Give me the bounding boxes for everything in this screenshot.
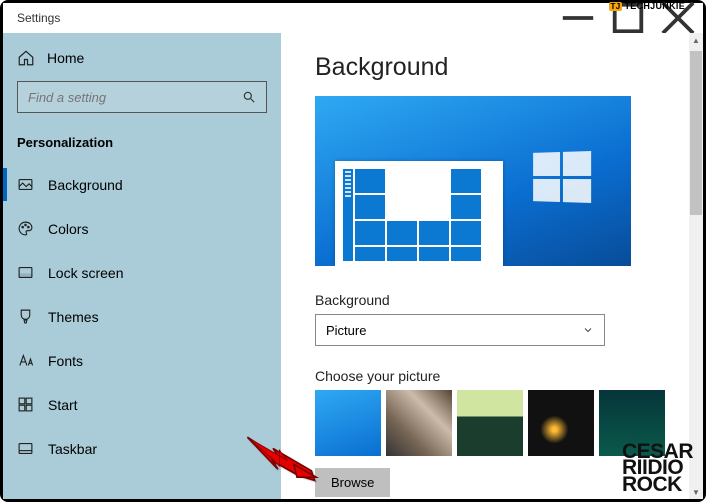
sidebar-section-heading: Personalization <box>3 125 281 166</box>
sidebar-item-label: Background <box>48 177 123 193</box>
sidebar-home[interactable]: Home <box>3 41 281 81</box>
sidebar-item-fonts[interactable]: Fonts <box>3 342 281 379</box>
themes-icon <box>17 308 34 325</box>
preview-sample-window: Aa <box>335 161 503 266</box>
watermark-cesar-radio-rock: CESAR RIIDIO ROCK <box>622 444 693 493</box>
windows-logo-icon <box>533 151 591 203</box>
dropdown-label: Background <box>315 292 675 308</box>
taskbar-icon <box>17 440 34 457</box>
sidebar-item-label: Lock screen <box>48 265 123 281</box>
red-arrow-annotation <box>241 433 321 483</box>
picture-thumbnail[interactable] <box>528 390 594 456</box>
picture-thumbnail[interactable] <box>386 390 452 456</box>
background-type-dropdown[interactable]: Picture <box>315 314 605 346</box>
sidebar-item-start[interactable]: Start <box>3 386 281 423</box>
scrollbar[interactable]: ▲ ▼ <box>689 33 703 499</box>
preview-sample-text: Aa <box>387 169 449 219</box>
sidebar-item-background[interactable]: Background <box>3 166 281 203</box>
search-input[interactable] <box>28 90 222 105</box>
main-panel: Background Aa Background Picture <box>281 33 703 499</box>
sidebar-item-colors[interactable]: Colors <box>3 210 281 247</box>
sidebar-item-taskbar[interactable]: Taskbar <box>3 430 281 467</box>
sidebar-item-label: Start <box>48 397 78 413</box>
minimize-button[interactable] <box>559 3 597 33</box>
title-bar: Settings <box>3 3 703 33</box>
home-icon <box>17 49 35 67</box>
background-preview: Aa <box>315 96 631 266</box>
picture-thumbnail[interactable] <box>457 390 523 456</box>
sidebar-home-label: Home <box>47 50 84 66</box>
choose-picture-label: Choose your picture <box>315 368 675 384</box>
browse-button[interactable]: Browse <box>315 468 390 497</box>
lock-screen-icon <box>17 264 34 281</box>
sidebar-item-label: Taskbar <box>48 441 97 457</box>
page-heading: Background <box>315 53 675 82</box>
sidebar: Home Personalization Background Colors L… <box>3 33 281 499</box>
scrollbar-thumb[interactable] <box>690 51 702 215</box>
scroll-up-arrow-icon[interactable]: ▲ <box>689 33 703 47</box>
search-icon <box>242 90 256 104</box>
picture-icon <box>17 176 34 193</box>
search-box[interactable] <box>17 81 267 113</box>
sidebar-item-label: Themes <box>48 309 99 325</box>
sidebar-item-themes[interactable]: Themes <box>3 298 281 335</box>
sidebar-item-lock-screen[interactable]: Lock screen <box>3 254 281 291</box>
chevron-down-icon <box>582 324 594 336</box>
picture-thumbnail[interactable] <box>315 390 381 456</box>
watermark-techjunkie: TJTECHJUNKIE <box>609 1 685 11</box>
sidebar-item-label: Fonts <box>48 353 83 369</box>
sidebar-item-label: Colors <box>48 221 88 237</box>
palette-icon <box>17 220 34 237</box>
dropdown-value: Picture <box>326 323 366 338</box>
app-title: Settings <box>17 11 60 25</box>
start-icon <box>17 396 34 413</box>
fonts-icon <box>17 352 34 369</box>
